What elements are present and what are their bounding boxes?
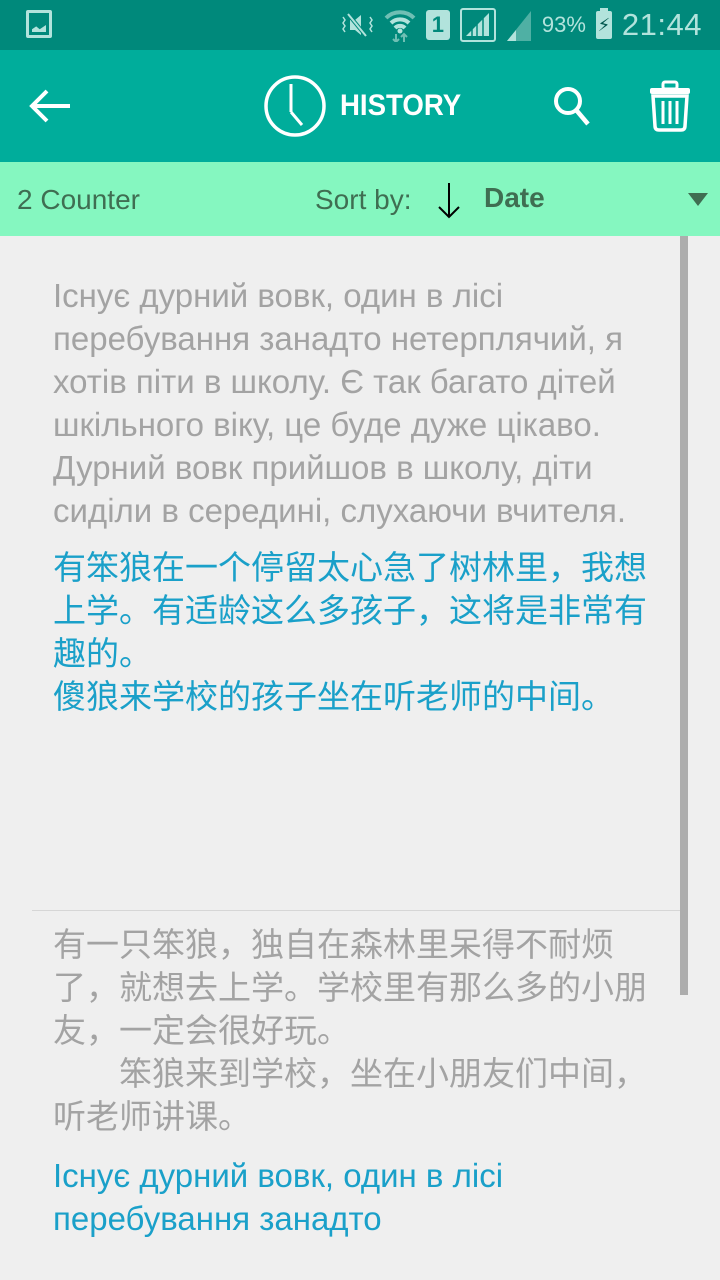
page-title: HISTORY (340, 89, 462, 122)
clock-icon (264, 75, 326, 137)
battery-percent: 93% (541, 12, 586, 37)
sort-by-label: Sort by: (315, 184, 412, 215)
screenshot-icon (26, 10, 52, 38)
sort-bar: 2 Counter Sort by: Date (0, 162, 720, 236)
history-entry[interactable]: Існує дурний вовк, один в лісі перебуван… (0, 236, 720, 911)
wifi-icon (384, 8, 416, 42)
search-icon (554, 87, 590, 126)
app-bar: HISTORY (0, 50, 720, 162)
entry-counter: 2 Counter (17, 184, 140, 215)
source-text: 有一只笨狼，独自在森林里呆得不耐烦了，就想去上学。学校里有那么多的小朋友，一定会… (53, 926, 647, 1135)
history-entry[interactable]: 有一只笨狼，独自在森林里呆得不耐烦了，就想去上学。学校里有那么多的小朋友，一定会… (0, 911, 720, 1240)
source-text: Існує дурний вовк, один в лісі перебуван… (53, 277, 627, 529)
signal-icon (459, 8, 496, 42)
trash-icon (650, 80, 690, 132)
arrow-down-icon (438, 183, 460, 219)
status-icons: 1 93% ⚡ 21:44 (340, 0, 702, 50)
back-button[interactable] (22, 80, 78, 132)
title-group: HISTORY (264, 74, 472, 138)
status-bar: 1 93% ⚡ 21:44 (0, 0, 720, 50)
sim1-icon: 1 (425, 10, 450, 40)
translated-text: Існує дурний вовк, один в лісі перебуван… (53, 1157, 513, 1237)
battery-charging-icon: ⚡ (595, 8, 612, 39)
sort-dropdown[interactable]: Date (484, 162, 720, 236)
delete-all-button[interactable] (642, 76, 698, 136)
dropdown-arrow-icon (688, 193, 708, 206)
sort-direction-toggle[interactable] (434, 180, 464, 220)
scrollbar[interactable] (680, 236, 688, 995)
sort-value: Date (484, 182, 545, 213)
history-list[interactable]: Існує дурний вовк, один в лісі перебуван… (0, 236, 720, 1280)
arrow-left-icon (29, 89, 70, 123)
translated-text: 有笨狼在一个停留太心急了树林里，我想上学。有适龄这么多孩子，这将是非常有趣的。 … (53, 549, 647, 715)
search-button[interactable] (546, 80, 598, 132)
signal-2-icon (506, 8, 532, 42)
list-bottom-edge (0, 1250, 720, 1280)
vibrate-mute-icon (340, 12, 374, 38)
clock-time: 21:44 (621, 7, 702, 42)
